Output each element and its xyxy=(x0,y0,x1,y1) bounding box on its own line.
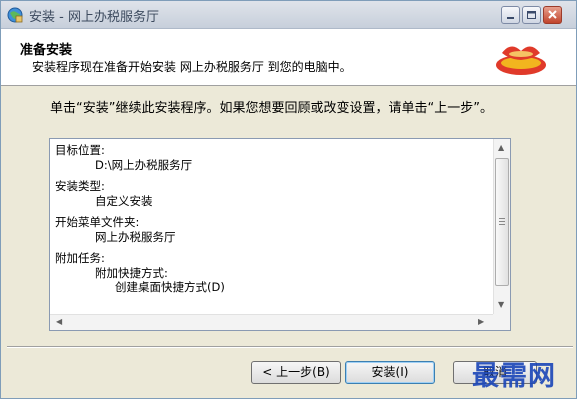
installer-window: 安装 - 网上办税服务厅 准备安装 安装程序现在准备开始安装 网上办税服务厅 到… xyxy=(0,0,577,399)
scroll-down-icon[interactable]: ▼ xyxy=(498,300,504,310)
back-button[interactable]: < 上一步(B) xyxy=(251,361,341,384)
scroll-left-icon[interactable]: ◀ xyxy=(56,317,62,327)
title-bar[interactable]: 安装 - 网上办税服务厅 xyxy=(1,1,576,29)
minimize-button[interactable] xyxy=(501,6,520,24)
minimize-icon xyxy=(507,17,514,19)
wizard-header: 准备安装 安装程序现在准备开始安装 网上办税服务厅 到您的电脑中。 xyxy=(1,29,576,86)
setup-type-label: 安装类型: xyxy=(55,179,105,193)
vertical-scrollbar[interactable]: ▲ ▼ xyxy=(493,139,510,315)
tax-hall-logo-icon xyxy=(496,46,546,75)
setup-type-value: 自定义安装 xyxy=(95,193,153,208)
additional-tasks-label: 附加任务: xyxy=(55,251,105,265)
summary-content: 目标位置: D:\网上办税服务厅 安装类型: 自定义安装 开始菜单文件夹: 网上… xyxy=(55,143,225,295)
maximize-icon xyxy=(527,11,536,19)
window-title: 安装 - 网上办税服务厅 xyxy=(29,10,159,25)
desktop-shortcut-task: 创建桌面快捷方式(D) xyxy=(115,280,225,294)
destination-label: 目标位置: xyxy=(55,143,105,157)
installer-globe-icon xyxy=(7,7,23,23)
instruction-text: 单击“安装”继续此安装程序。如果您想要回顾或改变设置，请单击“上一步”。 xyxy=(50,101,493,116)
shortcut-group-label: 附加快捷方式: xyxy=(95,265,168,280)
start-menu-value: 网上办税服务厅 xyxy=(95,229,176,244)
scroll-right-icon[interactable]: ▶ xyxy=(478,317,484,327)
scroll-up-icon[interactable]: ▲ xyxy=(498,143,504,153)
destination-value: D:\网上办税服务厅 xyxy=(95,157,193,172)
watermark: 最需网 xyxy=(472,361,556,392)
page-subtitle: 安装程序现在准备开始安装 网上办税服务厅 到您的电脑中。 xyxy=(32,60,352,74)
maximize-button[interactable] xyxy=(522,6,541,24)
horizontal-scrollbar[interactable]: ◀ ▶ xyxy=(50,314,494,330)
button-divider xyxy=(7,346,573,348)
scrollbar-corner xyxy=(493,314,510,330)
start-menu-label: 开始菜单文件夹: xyxy=(55,215,140,229)
page-title: 准备安装 xyxy=(20,43,73,58)
install-button[interactable]: 安装(I) xyxy=(345,361,435,384)
settings-summary-box[interactable]: 目标位置: D:\网上办税服务厅 安装类型: 自定义安装 开始菜单文件夹: 网上… xyxy=(49,138,511,331)
close-button[interactable] xyxy=(543,6,562,24)
close-icon xyxy=(548,10,557,19)
vertical-scroll-thumb[interactable] xyxy=(495,158,509,286)
